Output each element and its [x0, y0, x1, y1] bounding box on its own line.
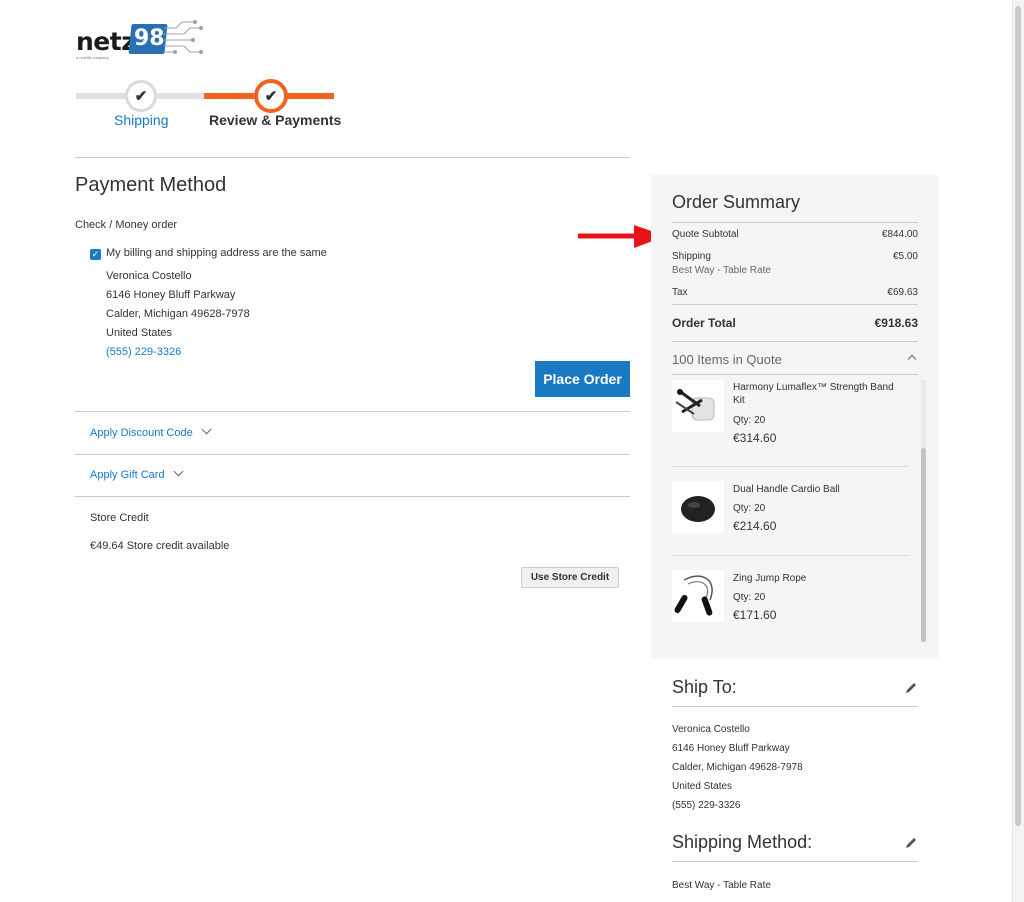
same-address-checkbox[interactable]: ✓ — [90, 249, 101, 260]
divider — [672, 222, 918, 223]
logo[interactable]: netz 98 a netz98 company — [76, 16, 206, 64]
product-image-strength-band[interactable] — [672, 380, 724, 432]
shipping-value: €5.00 — [892, 251, 918, 262]
same-address-label[interactable]: My billing and shipping address are the … — [106, 247, 327, 259]
items-scrollbar-thumb[interactable] — [921, 448, 926, 642]
edit-pencil-icon[interactable] — [904, 836, 918, 850]
order-summary-title: Order Summary — [672, 192, 801, 212]
logo-number: 98 — [134, 26, 165, 51]
tax-label: Tax — [672, 287, 688, 298]
item-price: €214.60 — [733, 519, 777, 533]
divider — [75, 157, 630, 158]
billing-street: 6146 Honey Bluff Parkway — [106, 289, 236, 301]
item-name: Zing Jump Rope — [733, 573, 807, 584]
apply-gift-card-label: Apply Gift Card — [90, 469, 165, 481]
place-order-button[interactable]: Place Order — [535, 361, 630, 397]
divider — [672, 466, 908, 467]
apply-gift-card-toggle[interactable]: Apply Gift Card — [90, 466, 184, 481]
jump-rope-icon — [674, 575, 713, 616]
divider — [672, 341, 918, 342]
billing-city: Calder, Michigan 49628-7978 — [106, 308, 250, 320]
logo-tagline: a netz98 company — [76, 55, 109, 60]
divider — [75, 496, 630, 497]
item-name: Dual Handle Cardio Ball — [733, 484, 840, 495]
ship-to-title: Ship To: — [672, 677, 737, 697]
divider — [75, 454, 630, 455]
product-image-cardio-ball[interactable] — [672, 481, 724, 533]
tax-value: €69.63 — [887, 287, 918, 298]
step-review-check-icon: ✔ — [254, 79, 288, 113]
item-name: Harmony Lumaflex™ Strength Band Kit — [733, 382, 894, 406]
product-image-jump-rope[interactable] — [672, 570, 724, 622]
ship-to-phone-link[interactable]: (555) 229-3326 — [672, 800, 740, 811]
divider — [75, 411, 630, 412]
ship-to-country: United States — [672, 781, 733, 792]
billing-name: Veronica Costello — [106, 270, 192, 282]
step-review-label: Review & Payments — [209, 112, 342, 128]
ship-to-street: 6146 Honey Bluff Parkway — [672, 743, 790, 754]
page-scrollbar-thumb[interactable] — [1015, 6, 1021, 826]
items-in-quote-toggle[interactable]: 100 Items in Quote — [672, 352, 782, 367]
divider — [672, 304, 918, 305]
item-price: €171.60 — [733, 608, 777, 622]
order-total-label: Order Total — [672, 316, 736, 330]
circuit-icon — [164, 20, 203, 54]
item-qty: Qty: 20 — [733, 592, 766, 603]
store-credit-available: €49.64 Store credit available — [90, 540, 230, 552]
billing-country: United States — [106, 327, 173, 339]
apply-discount-toggle[interactable]: Apply Discount Code — [90, 424, 212, 439]
item-qty: Qty: 20 — [733, 503, 766, 514]
ship-to-city: Calder, Michigan 49628-7978 — [672, 762, 803, 773]
shipping-method-value: Best Way - Table Rate — [672, 880, 771, 891]
ship-to-name: Veronica Costello — [672, 724, 750, 735]
store-credit-title: Store Credit — [90, 512, 149, 524]
payment-method-option[interactable]: Check / Money order — [75, 219, 177, 231]
step-shipping-link[interactable]: Shipping — [114, 112, 169, 128]
quote-subtotal-value: €844.00 — [881, 229, 918, 240]
item-qty: Qty: 20 — [733, 415, 766, 426]
edit-pencil-icon[interactable] — [904, 681, 918, 695]
shipping-method-note: Best Way - Table Rate — [672, 265, 771, 276]
divider — [672, 706, 918, 707]
payment-method-title: Payment Method — [75, 174, 227, 196]
divider — [672, 861, 918, 862]
shipping-label: Shipping — [672, 251, 711, 262]
shipping-method-title: Shipping Method: — [672, 832, 813, 852]
step-shipping-check-icon[interactable]: ✔ — [125, 80, 157, 112]
billing-phone-link[interactable]: (555) 229-3326 — [106, 346, 181, 358]
chevron-down-icon — [201, 424, 212, 435]
order-total-value: €918.63 — [874, 316, 918, 330]
item-price: €314.60 — [733, 431, 777, 445]
quote-subtotal-label: Quote Subtotal — [672, 229, 739, 240]
logo-text: netz — [76, 27, 136, 56]
cardio-ball-icon — [681, 496, 715, 522]
use-store-credit-button[interactable]: Use Store Credit — [521, 567, 619, 588]
chevron-down-icon — [173, 466, 184, 477]
divider — [672, 555, 908, 556]
divider — [672, 374, 918, 375]
apply-discount-label: Apply Discount Code — [90, 427, 193, 439]
resistance-band-icon — [675, 388, 715, 421]
